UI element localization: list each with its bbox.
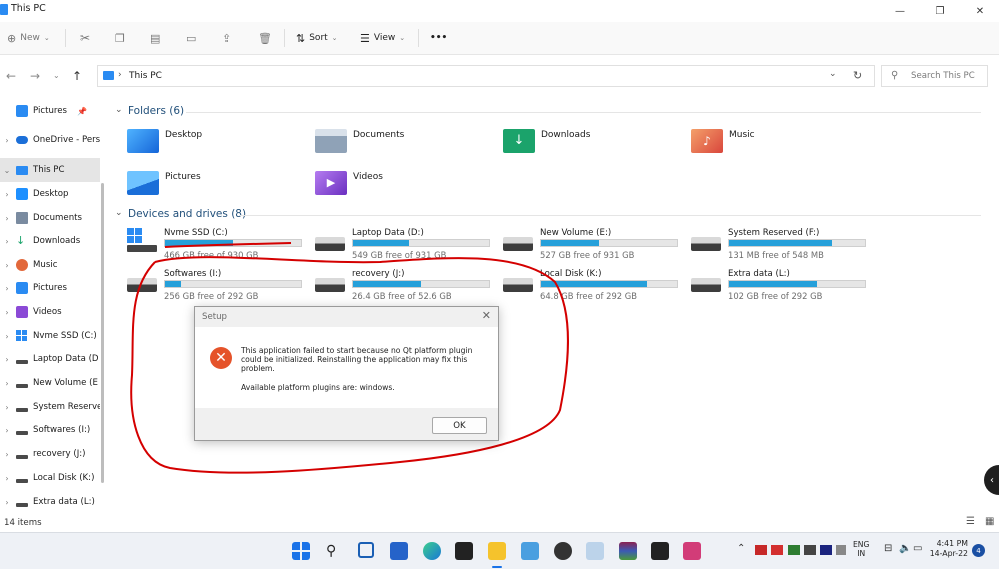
monitor-icon[interactable] [586,542,604,560]
network-icon[interactable]: ⊟ [884,543,892,554]
edge-icon[interactable] [423,542,441,560]
tiles-view-icon[interactable]: ▦ [985,516,994,527]
dialog-title: Setup [202,312,228,322]
volume-icon[interactable]: 🔈 [899,543,911,554]
tray-icon-1[interactable] [755,545,767,555]
start-windows-icon[interactable] [292,542,310,560]
region-label: IN [857,549,866,558]
red-annotation-overlay [130,242,569,474]
battery-icon[interactable]: ▭ [913,543,922,554]
language-label: ENG [853,540,870,549]
tray-icon-3[interactable] [788,545,800,555]
winrar-icon[interactable] [619,542,637,560]
chevron-up-icon[interactable]: ⌃ [737,543,745,554]
item-count: 14 items [4,518,42,528]
cortana-icon[interactable] [358,542,374,558]
error-dialog: Setup ✕ ✕ This application failed to sta… [194,306,499,441]
clock[interactable]: 4:41 PM 14-Apr-22 [928,539,968,559]
file-explorer-icon[interactable] [488,542,506,560]
tray-icon-2[interactable] [771,545,783,555]
terminal-icon[interactable] [455,542,473,560]
photos-icon[interactable] [521,542,539,560]
dialog-message-block: This application failed to start because… [241,346,481,392]
language-indicator[interactable]: ENG IN [853,540,869,558]
dialog-body: ✕ This application failed to start becau… [195,327,498,408]
store-icon[interactable] [390,542,408,560]
notification-badge[interactable]: 4 [972,544,985,557]
tray-icon-4[interactable] [804,545,816,555]
dialog-message: This application failed to start because… [241,346,473,374]
time-label: 4:41 PM [936,539,968,548]
details-view-icon[interactable]: ☰ [966,516,975,527]
red-underline-annotation [164,242,292,248]
taskbar: ⚲ ⌃ ENG IN ⊟ 🔈 ▭ 4:41 PM 14-Apr-22 4 [0,532,999,569]
status-bar: 14 items ☰ ▦ [0,515,999,530]
dialog-detail: Available platform plugins are: windows. [241,382,395,392]
search-icon[interactable]: ⚲ [326,542,344,560]
snipping-tool-icon[interactable] [683,542,701,560]
tray-icon-6[interactable] [836,545,846,555]
ok-button[interactable]: OK [432,417,487,434]
error-icon: ✕ [210,347,232,369]
ida-icon[interactable] [651,542,669,560]
obs-icon[interactable] [554,542,572,560]
dialog-close-icon[interactable]: ✕ [482,309,491,322]
tray-icon-5[interactable] [820,545,832,555]
date-label: 14-Apr-22 [929,549,968,558]
